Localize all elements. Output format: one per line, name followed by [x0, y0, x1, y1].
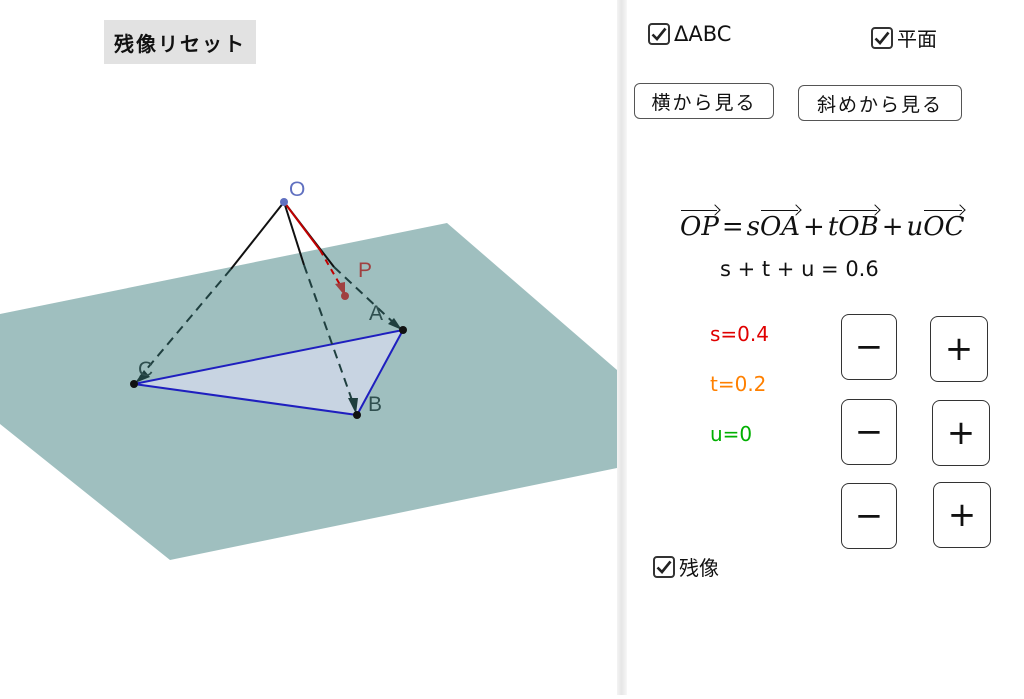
label-c: C — [138, 358, 153, 381]
s-minus-button[interactable]: − — [841, 314, 897, 380]
oblique-view-button[interactable]: 斜めから見る — [798, 85, 962, 121]
plus-icon: + — [944, 329, 974, 369]
s-plus-button[interactable]: + — [930, 316, 988, 382]
point-b[interactable] — [353, 411, 361, 419]
formula-equals: = — [721, 212, 744, 242]
param-s: s=0.4 — [710, 322, 769, 346]
coef-s: s — [746, 212, 760, 242]
checkbox-triangle-abc[interactable]: ΔABC — [648, 22, 731, 46]
minus-icon: − — [854, 327, 884, 367]
vector-ob-term: OB — [838, 206, 879, 242]
graphics-view[interactable]: O P A B C 残像リセット — [0, 0, 617, 695]
point-o[interactable] — [280, 198, 288, 206]
u-minus-button[interactable]: − — [841, 483, 897, 549]
vector-op-term: OP — [680, 206, 719, 242]
sum-condition: s + t + u = 0.6 — [720, 257, 879, 281]
formula-plus-1: + — [803, 212, 825, 242]
label-o: O — [289, 178, 305, 201]
afterimage-reset-button[interactable]: 残像リセット — [104, 20, 256, 64]
checkbox-checked-icon[interactable] — [871, 26, 893, 49]
plus-icon: + — [947, 495, 977, 535]
u-plus-button[interactable]: + — [933, 482, 991, 548]
point-c[interactable] — [130, 380, 138, 388]
checkbox-checked-icon[interactable] — [648, 23, 670, 45]
param-t: t=0.2 — [710, 372, 767, 396]
checkbox-afterimage[interactable]: 残像 — [653, 552, 719, 581]
point-p[interactable] — [341, 292, 349, 300]
vector-oc-term: OC — [923, 206, 964, 242]
checkbox-triangle-label: ΔABC — [674, 22, 732, 46]
label-a: A — [369, 302, 383, 325]
vector-formula: OP = sOA + tOB + uOC — [680, 206, 1000, 250]
3d-scene[interactable]: O P A B C — [0, 0, 617, 695]
vector-oa-term: OA — [760, 206, 800, 242]
vector-op — [283, 201, 321, 251]
point-a[interactable] — [399, 326, 407, 334]
param-u: u=0 — [710, 422, 753, 446]
label-p: P — [358, 259, 372, 282]
checkbox-afterimage-label: 残像 — [679, 556, 719, 580]
coef-t: t — [827, 212, 839, 242]
coef-u: u — [906, 212, 924, 242]
checkbox-checked-icon[interactable] — [653, 555, 675, 578]
formula-plus-2: + — [881, 212, 904, 242]
panel-divider[interactable] — [617, 0, 627, 695]
minus-icon: − — [854, 496, 884, 536]
label-b: B — [368, 393, 382, 416]
minus-icon: − — [854, 412, 884, 452]
checkbox-plane-label: 平面 — [897, 27, 937, 51]
side-view-button[interactable]: 横から見る — [634, 83, 774, 119]
checkbox-plane[interactable]: 平面 — [871, 23, 937, 52]
t-plus-button[interactable]: + — [932, 400, 990, 466]
plus-icon: + — [946, 413, 976, 453]
t-minus-button[interactable]: − — [841, 399, 897, 465]
